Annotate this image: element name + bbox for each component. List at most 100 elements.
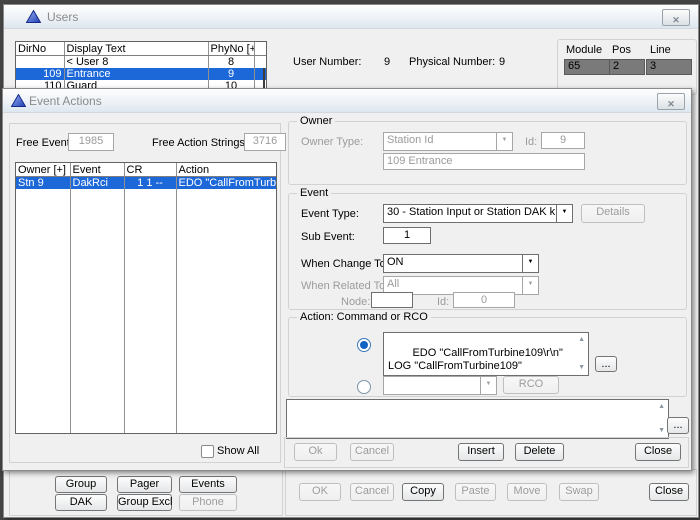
owner-type-combo: Station Id ▼ xyxy=(383,132,513,151)
col-cr[interactable]: CR xyxy=(124,163,176,177)
event-group: Event Event Type: 30 - Station Input or … xyxy=(288,193,687,310)
col-phyno[interactable]: PhyNo [+] xyxy=(208,42,254,56)
physical-number-value: 9 xyxy=(499,56,505,68)
module-pos-line-group: Module Pos Line 65 2 3 xyxy=(557,39,697,95)
command-browse-button[interactable]: ... xyxy=(595,356,617,372)
event-group-label: Event xyxy=(297,187,331,199)
users-feature-panel: Group Pager Events DAK Group Excl Phone xyxy=(9,469,283,516)
col-display-text[interactable]: Display Text xyxy=(64,42,208,56)
pos-value: 2 xyxy=(609,59,645,75)
action-group: Action: Command or RCO EDO "CallFromTurb… xyxy=(288,317,687,397)
group-excl-button[interactable]: Group Excl xyxy=(117,494,172,511)
when-change-to-label: When Change To: xyxy=(301,258,389,270)
users-ok-button: OK xyxy=(299,483,341,501)
users-table-header: DirNo Display Text PhyNo [+] xyxy=(16,42,266,56)
sub-event-label: Sub Event: xyxy=(301,231,355,243)
user-number-value: 9 xyxy=(384,56,390,68)
swap-button: Swap xyxy=(559,483,599,501)
col-action[interactable]: Action xyxy=(176,163,276,177)
insert-button[interactable]: Insert xyxy=(458,443,504,461)
close-icon: ✕ xyxy=(667,99,675,109)
action-group-label: Action: Command or RCO xyxy=(297,311,431,323)
node-label: Node: xyxy=(341,296,370,308)
user-number-label: User Number: xyxy=(293,56,361,68)
phone-button: Phone xyxy=(179,494,237,511)
event-actions-close-button[interactable]: ✕ xyxy=(657,93,685,110)
event-actions-window-title: Event Actions xyxy=(29,94,102,108)
move-button: Move xyxy=(507,483,547,501)
copy-button[interactable]: Copy xyxy=(402,483,444,501)
event-actions-table: Owner [+] Event CR Action Stn 9 DakRci 1… xyxy=(15,162,277,434)
details-button: Details xyxy=(581,204,645,223)
event-actions-titlebar[interactable]: Event Actions ✕ xyxy=(3,89,691,113)
close-icon: ✕ xyxy=(672,15,680,25)
when-change-to-combo[interactable]: ON ▼ xyxy=(383,254,539,273)
chevron-down-icon: ▼ xyxy=(496,133,512,150)
scroll-up-icon[interactable]: ▲ xyxy=(578,336,585,344)
show-all-label: Show All xyxy=(217,445,259,457)
desktop: Users ✕ DirNo Display Text PhyNo [+] < U… xyxy=(0,0,700,520)
event-actions-table-header: Owner [+] Event CR Action xyxy=(16,163,276,177)
command-radio[interactable] xyxy=(357,338,371,352)
rco-combo: ▼ xyxy=(383,376,497,395)
users-row-1-selected[interactable]: 109 Entrance 9 xyxy=(16,68,266,80)
show-all-checkbox[interactable] xyxy=(201,445,214,458)
event-list-panel: Free Events: 1985 Free Action Strings: 3… xyxy=(9,123,281,463)
pos-label: Pos xyxy=(612,44,631,56)
paste-button: Paste xyxy=(455,483,496,501)
scroll-up-icon[interactable]: ▲ xyxy=(658,403,665,411)
command-textarea[interactable]: EDO "CallFromTurbine109\r\n" LOG "CallFr… xyxy=(383,332,589,376)
node-id-label: Id: xyxy=(437,296,449,308)
group-button[interactable]: Group xyxy=(55,476,107,493)
app-triangle-icon xyxy=(11,94,26,107)
node-id-field: 0 xyxy=(453,292,515,308)
owner-id-field: 9 xyxy=(541,132,585,149)
event-actions-window: Event Actions ✕ Free Events: 1985 Free A… xyxy=(2,88,692,471)
owner-group: Owner Owner Type: Station Id ▼ Id: 9 109… xyxy=(288,121,687,185)
users-window-title: Users xyxy=(47,10,78,24)
ea-close-button[interactable]: Close xyxy=(635,443,681,461)
line-value: 3 xyxy=(646,59,692,75)
event-type-label: Event Type: xyxy=(301,208,359,220)
users-cancel-button: Cancel xyxy=(350,483,394,501)
owner-id-label: Id: xyxy=(525,136,537,148)
sub-event-field[interactable]: 1 xyxy=(383,227,431,244)
scroll-down-icon[interactable]: ▼ xyxy=(578,364,585,372)
node-field xyxy=(371,292,413,308)
free-events-value: 1985 xyxy=(68,133,114,151)
notes-browse-button[interactable]: ... xyxy=(667,417,689,434)
users-titlebar[interactable]: Users ✕ xyxy=(4,5,698,29)
dak-button[interactable]: DAK xyxy=(55,494,107,511)
chevron-down-icon[interactable]: ▼ xyxy=(522,255,538,272)
col-owner[interactable]: Owner [+] xyxy=(16,163,70,177)
scroll-down-icon[interactable]: ▼ xyxy=(658,427,665,435)
col-event[interactable]: Event xyxy=(70,163,124,177)
chevron-down-icon: ▼ xyxy=(480,377,496,394)
rco-button: RCO xyxy=(503,376,559,394)
owner-name-field: 109 Entrance xyxy=(383,153,585,170)
event-type-combo[interactable]: 30 - Station Input or Station DAK key ▼ xyxy=(383,204,573,223)
col-dirno[interactable]: DirNo xyxy=(16,42,64,56)
app-triangle-icon xyxy=(26,10,41,23)
module-label: Module xyxy=(566,44,602,56)
rco-radio[interactable] xyxy=(357,380,371,394)
notes-textarea[interactable]: ▲ ▼ xyxy=(286,399,669,439)
event-actions-buttons-panel: Ok Cancel Insert Delete Close xyxy=(284,437,689,468)
users-close-button[interactable]: ✕ xyxy=(662,9,690,26)
owner-group-label: Owner xyxy=(297,115,335,127)
line-label: Line xyxy=(650,44,671,56)
users-actions-panel: OK Cancel Copy Paste Move Swap Close xyxy=(285,469,697,516)
module-value: 65 xyxy=(564,59,610,75)
delete-button[interactable]: Delete xyxy=(515,443,564,461)
chevron-down-icon: ▼ xyxy=(522,277,538,294)
events-button[interactable]: Events xyxy=(179,476,237,493)
physical-number-label: Physical Number: xyxy=(409,56,495,68)
event-action-row-selected[interactable]: Stn 9 DakRci 1 1 -- EDO "CallFromTurbine xyxy=(16,177,276,190)
pager-button[interactable]: Pager xyxy=(117,476,172,493)
users-close-bottom-button[interactable]: Close xyxy=(649,483,689,501)
ea-cancel-button: Cancel xyxy=(350,443,394,461)
free-action-strings-value: 3716 xyxy=(244,133,286,151)
chevron-down-icon[interactable]: ▼ xyxy=(556,205,572,222)
users-row-0[interactable]: < User 8 8 xyxy=(16,56,266,69)
when-related-to-label: When Related To: xyxy=(301,280,388,292)
